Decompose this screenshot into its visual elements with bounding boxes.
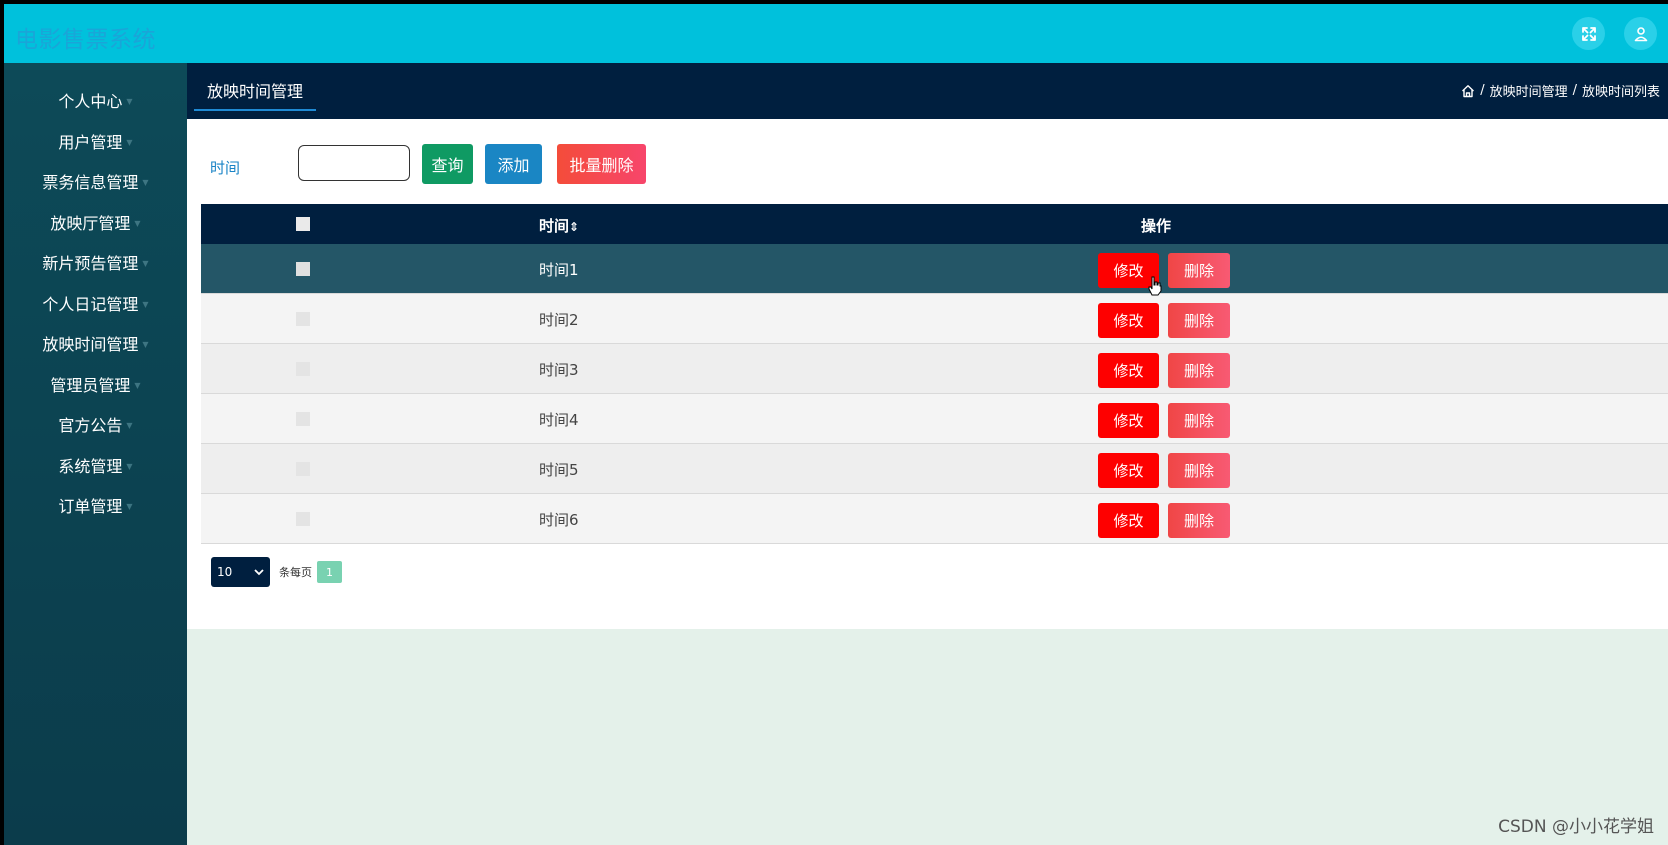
chevron-down-icon: ▼ [126, 501, 133, 511]
user-menu-button[interactable] [1624, 17, 1657, 50]
sidebar-item-announcements[interactable]: 官方公告 ▼ [4, 409, 187, 439]
delete-button[interactable]: 删除 [1168, 353, 1230, 388]
chevron-down-icon: ▼ [126, 137, 133, 147]
delete-button[interactable]: 删除 [1168, 253, 1230, 288]
edit-button[interactable]: 修改 [1098, 403, 1159, 438]
row-checkbox[interactable] [296, 362, 310, 376]
time-cell: 时间2 [539, 311, 579, 329]
page-size-select[interactable]: 10 [211, 557, 270, 587]
chevron-down-icon: ▼ [134, 380, 141, 390]
select-all-checkbox[interactable] [296, 217, 310, 231]
chevron-down-icon: ▼ [134, 218, 141, 228]
table-header: 时间⇕ 操作 [201, 204, 1668, 244]
table-row: 时间1 修改 删除 [201, 244, 1668, 294]
chevron-down-icon: ▼ [142, 339, 149, 349]
time-column-header[interactable]: 时间⇕ [539, 215, 579, 236]
top-header: 电影售票系统 [4, 4, 1668, 63]
sidebar-item-users[interactable]: 用户管理 ▼ [4, 126, 187, 156]
breadcrumb: / 放映时间管理 / 放映时间列表 [1461, 81, 1660, 100]
fullscreen-button[interactable] [1572, 17, 1605, 50]
chevron-down-icon: ▼ [142, 258, 149, 268]
query-button[interactable]: 查询 [422, 144, 473, 184]
batch-delete-button[interactable]: 批量删除 [557, 144, 646, 184]
sort-icon: ⇕ [569, 220, 580, 234]
sub-header: 放映时间管理 / 放映时间管理 / 放映时间列表 [187, 63, 1668, 119]
row-checkbox[interactable] [296, 312, 310, 326]
tab-showtime-management[interactable]: 放映时间管理 [194, 77, 316, 111]
delete-button[interactable]: 删除 [1168, 453, 1230, 488]
sidebar-item-label: 新片预告管理 [42, 254, 139, 273]
breadcrumb-level1[interactable]: 放映时间管理 [1490, 81, 1568, 100]
sidebar-item-orders[interactable]: 订单管理 ▼ [4, 490, 187, 520]
sidebar: 个人中心 ▼ 用户管理 ▼ 票务信息管理 ▼ 放映厅管理 ▼ 新片预告管理 ▼ 个人日记管… [4, 63, 187, 845]
breadcrumb-separator: / [1480, 83, 1485, 98]
row-checkbox[interactable] [296, 262, 310, 276]
table-row: 时间3 修改 删除 [201, 344, 1668, 394]
app-root: 电影售票系统 个人中心 ▼ 用户管理 ▼ 票务信息管理 ▼ 放映厅管理 ▼ 新片预告管理… [4, 4, 1668, 845]
row-checkbox[interactable] [296, 512, 310, 526]
sidebar-item-label: 个人日记管理 [42, 295, 139, 314]
time-cell: 时间6 [539, 511, 579, 529]
chevron-down-icon: ▼ [126, 461, 133, 471]
row-checkbox[interactable] [296, 462, 310, 476]
sidebar-item-label: 官方公告 [58, 416, 123, 435]
delete-button[interactable]: 删除 [1168, 503, 1230, 538]
edit-button[interactable]: 修改 [1098, 303, 1159, 338]
home-icon[interactable] [1461, 84, 1475, 98]
app-title: 电影售票系统 [15, 27, 156, 53]
per-page-label: 条每页 [279, 566, 312, 579]
delete-button[interactable]: 删除 [1168, 403, 1230, 438]
edit-button[interactable]: 修改 [1098, 503, 1159, 538]
chevron-down-icon: ▼ [126, 420, 133, 430]
showtime-table: 时间⇕ 操作 时间1 修改 删除 时间2 修改 删除 时间3 修改 删除 时间4… [201, 204, 1668, 544]
sidebar-item-tickets[interactable]: 票务信息管理 ▼ [4, 166, 187, 196]
sidebar-item-label: 用户管理 [58, 133, 123, 152]
sidebar-item-label: 管理员管理 [50, 376, 131, 395]
sidebar-item-system[interactable]: 系统管理 ▼ [4, 450, 187, 480]
breadcrumb-level2: 放映时间列表 [1581, 85, 1660, 100]
sidebar-item-label: 放映厅管理 [50, 214, 131, 233]
chevron-down-icon: ▼ [142, 299, 149, 309]
chevron-down-icon [254, 569, 264, 576]
add-button[interactable]: 添加 [485, 144, 542, 184]
breadcrumb-separator: / [1572, 83, 1577, 98]
hand-cursor-icon [1147, 276, 1163, 300]
watermark: CSDN @小小花学姐 [1498, 817, 1654, 837]
sidebar-item-trailers[interactable]: 新片预告管理 ▼ [4, 247, 187, 277]
user-icon [1634, 26, 1647, 41]
sidebar-item-admins[interactable]: 管理员管理 ▼ [4, 369, 187, 399]
time-header-label: 时间 [539, 217, 570, 235]
time-cell: 时间1 [539, 261, 579, 279]
time-cell: 时间4 [539, 411, 579, 429]
sidebar-item-label: 票务信息管理 [42, 173, 139, 192]
sidebar-item-label: 订单管理 [58, 497, 123, 516]
table-row: 时间4 修改 删除 [201, 394, 1668, 444]
sidebar-item-label: 个人中心 [58, 92, 123, 111]
page-size-value: 10 [217, 565, 233, 579]
sidebar-item-label: 系统管理 [58, 457, 123, 476]
sidebar-item-halls[interactable]: 放映厅管理 ▼ [4, 207, 187, 237]
sidebar-item-label: 放映时间管理 [42, 335, 139, 354]
chevron-down-icon: ▼ [126, 96, 133, 106]
sidebar-item-showtimes[interactable]: 放映时间管理 ▼ [4, 328, 187, 358]
time-search-input[interactable] [298, 145, 410, 181]
pagination: 10 条每页 1 [211, 557, 342, 587]
table-row: 时间5 修改 删除 [201, 444, 1668, 494]
edit-button[interactable]: 修改 [1098, 453, 1159, 488]
sidebar-item-diary[interactable]: 个人日记管理 ▼ [4, 288, 187, 318]
row-checkbox[interactable] [296, 412, 310, 426]
page-number-1[interactable]: 1 [317, 561, 342, 583]
sidebar-item-personal-center[interactable]: 个人中心 ▼ [4, 85, 187, 115]
chevron-down-icon: ▼ [142, 177, 149, 187]
actions-column-header: 操作 [1141, 217, 1172, 235]
edit-button[interactable]: 修改 [1098, 353, 1159, 388]
time-cell: 时间3 [539, 361, 579, 379]
table-row: 时间2 修改 删除 [201, 294, 1668, 344]
delete-button[interactable]: 删除 [1168, 303, 1230, 338]
fullscreen-icon [1581, 26, 1596, 41]
content-panel: 时间 查询 添加 批量删除 时间⇕ 操作 时间1 修改 删除 时间2 修改 删除 [187, 119, 1668, 629]
table-row: 时间6 修改 删除 [201, 494, 1668, 544]
search-label: 时间 [210, 159, 241, 177]
time-cell: 时间5 [539, 461, 579, 479]
